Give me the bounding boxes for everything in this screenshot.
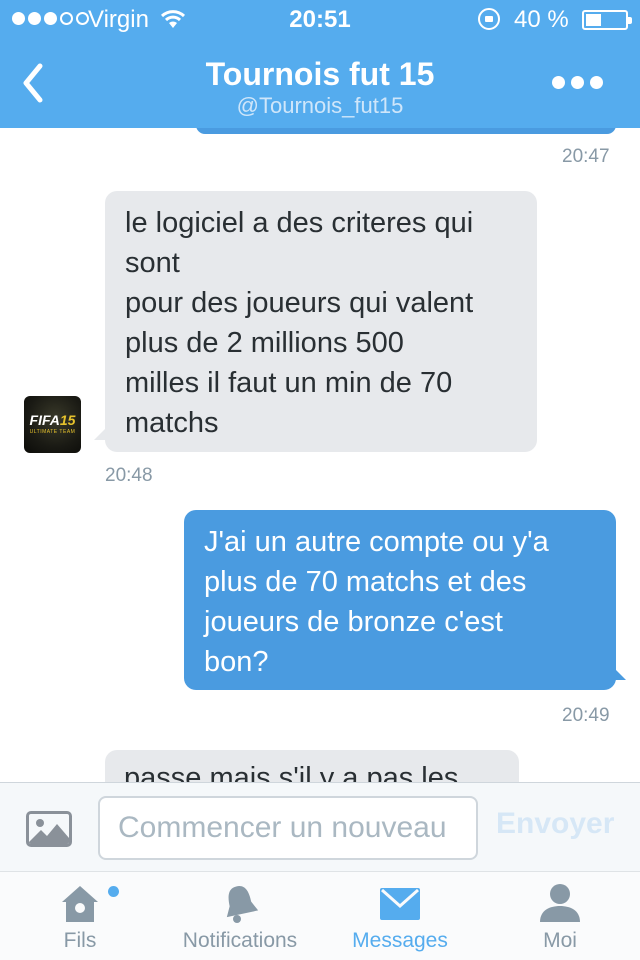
tab-notifications[interactable]: Notifications [160, 872, 320, 960]
message-line: passe mais s'il y a pas les [124, 762, 459, 782]
send-button[interactable]: Envoyer [496, 807, 614, 841]
avatar-logo-sub: ULTIMATE TEAM [29, 429, 76, 435]
message-line: joueurs de bronze c'est [204, 606, 503, 638]
battery-percent: 40 % [514, 6, 569, 33]
message-line: bon? [204, 646, 269, 678]
ellipsis-icon [552, 76, 565, 89]
message-line: plus de 70 matchs et des [204, 566, 527, 598]
nav-header: Virgin 20:51 40 % Tournois fut 15 @Tourn… [0, 0, 640, 128]
tab-label: Notifications [182, 929, 298, 952]
message-bubble-outgoing[interactable]: J'ai un autre compte ou y'a plus de 70 m… [184, 510, 616, 690]
tab-messages[interactable]: Messages [320, 872, 480, 960]
rotation-lock-icon [478, 8, 500, 30]
new-content-dot [108, 886, 119, 897]
message-line: sont [125, 247, 180, 279]
message-composer: Envoyer [0, 782, 640, 872]
battery-icon [582, 10, 632, 30]
bubble-tail [614, 668, 626, 680]
tab-label: Fils [63, 929, 97, 952]
avatar-logo-number: 15 [59, 412, 76, 428]
status-bar: Virgin 20:51 40 % [0, 0, 640, 40]
message-line: matchs [125, 407, 219, 439]
message-thread[interactable]: 20:47 le logiciel a des criteres qui son… [0, 128, 640, 782]
tab-bar: Fils Notifications Messages Moi [0, 872, 640, 960]
tab-label: Moi [543, 929, 577, 952]
message-line: pour des joueurs qui valent [125, 287, 474, 319]
message-bubble-outgoing-partial[interactable] [196, 128, 616, 134]
tab-fils[interactable]: Fils [0, 872, 160, 960]
avatar[interactable]: FIFA15 ULTIMATE TEAM [24, 396, 81, 453]
message-time: 20:47 [562, 146, 610, 167]
message-time: 20:48 [105, 465, 153, 486]
message-line: plus de 2 millions 500 [125, 327, 404, 359]
conversation-title: Tournois fut 15 [205, 56, 435, 92]
message-line: J'ai un autre compte ou y'a [204, 526, 549, 558]
tab-moi[interactable]: Moi [480, 872, 640, 960]
envelope-icon [380, 888, 420, 920]
message-bubble-incoming[interactable]: le logiciel a des criteres qui sont pour… [105, 191, 537, 452]
image-icon[interactable] [26, 811, 72, 847]
person-icon [540, 884, 580, 922]
bubble-tail [94, 428, 106, 440]
message-input[interactable] [98, 796, 478, 860]
bell-icon [226, 886, 259, 923]
message-line: le logiciel a des criteres qui [125, 207, 474, 239]
conversation-handle: @Tournois_fut15 [236, 93, 404, 118]
message-time: 20:49 [562, 705, 610, 726]
more-options-button[interactable] [548, 72, 607, 93]
tab-label: Messages [352, 929, 448, 952]
message-line: milles il faut un min de 70 [125, 367, 453, 399]
home-icon [62, 886, 98, 922]
avatar-logo-text: FIFA [29, 412, 60, 428]
